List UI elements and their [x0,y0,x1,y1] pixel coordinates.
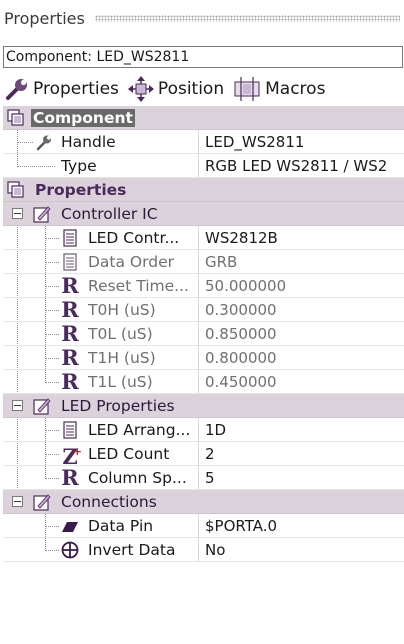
group-edit-icon [33,397,51,415]
property-value[interactable]: 1D [199,418,404,442]
property-value[interactable]: 2 [199,442,404,466]
group-label: Controller IC [61,204,158,223]
property-row-type[interactable]: Type RGB LED WS2811 / WS2 [3,153,404,178]
real-icon: R [61,296,79,322]
tab-macros[interactable]: Macros [232,75,325,103]
property-row-t0h[interactable]: R T0H (uS) 0.300000 [3,296,404,322]
group-edit-icon [33,493,51,511]
boolean-icon [61,541,79,558]
tab-properties[interactable]: Properties [4,76,119,102]
list-icon [63,228,77,247]
property-row-handle[interactable]: Handle LED_WS2811 [3,129,404,154]
group-led-properties[interactable]: LED Properties [3,394,404,418]
section-component[interactable]: Component [3,106,404,130]
pin-icon [62,521,78,532]
panel-title-bar: Properties [0,0,404,36]
property-name: Invert Data [88,540,176,559]
property-name: Column Sp... [88,468,187,487]
integer-icon: Z + [61,445,82,467]
group-label: Connections [61,492,157,511]
wrench-icon [6,79,27,100]
group-edit-icon [33,205,51,223]
property-name: Reset Time... [88,276,189,295]
section-component-label: Component [31,108,135,127]
property-row-reset-time[interactable]: R Reset Time... 50.000000 [3,272,404,298]
property-grid: Component Handle LED_WS2811 Type RGB LED… [3,106,404,562]
property-value[interactable]: 5 [199,466,404,490]
panel-title: Properties [4,8,85,28]
collapse-toggle-icon[interactable] [12,495,23,507]
panel-drag-grip[interactable] [94,14,400,22]
list-icon [63,252,77,271]
property-value[interactable]: LED_WS2811 [199,130,404,154]
property-row-data-order[interactable]: Data Order GRB [3,249,404,274]
property-name: T0H (uS) [88,300,156,319]
property-value[interactable]: 0.850000 [199,322,404,346]
tab-bar: Properties Position Macros [0,72,404,106]
plus-mark: + [72,444,82,458]
property-name: T0L (uS) [88,324,153,343]
real-icon: R [61,368,79,394]
section-properties-label: Properties [35,180,127,199]
tab-position[interactable]: Position [127,75,224,103]
property-name: LED Contr... [88,228,180,247]
group-label: LED Properties [61,396,175,415]
property-row-led-count[interactable]: Z + LED Count 2 [3,441,404,467]
property-row-invert-data[interactable]: Invert Data No [3,537,404,562]
macro-icon [234,77,260,101]
property-row-t0l[interactable]: R T0L (uS) 0.850000 [3,320,404,346]
tab-macros-label: Macros [265,79,326,99]
component-selector[interactable]: Component: LED_WS2811 [3,46,403,68]
property-name: Data Order [88,252,174,271]
property-value[interactable]: No [199,538,404,562]
wrench-small-icon [36,135,51,150]
properties-pages-icon [7,180,24,198]
property-name: LED Arrang... [88,420,191,439]
property-row-t1h[interactable]: R T1H (uS) 0.800000 [3,344,404,370]
real-icon: R [61,464,79,490]
property-name: Data Pin [88,516,154,535]
real-icon: R [61,344,79,370]
property-value[interactable]: 0.450000 [199,370,404,394]
property-row-column-spacing[interactable]: R Column Sp... 5 [3,464,404,490]
tab-position-label: Position [157,79,225,99]
grid-empty-area [3,566,404,644]
property-row-data-pin[interactable]: Data Pin $PORTA.0 [3,513,404,538]
list-icon [63,420,77,439]
property-name: LED Count [88,444,170,463]
property-value[interactable]: WS2812B [199,226,404,250]
property-row-led-arrangement[interactable]: LED Arrang... 1D [3,417,404,442]
group-controller-ic[interactable]: Controller IC [3,202,404,226]
real-icon: R [61,272,79,298]
property-value[interactable]: GRB [199,250,404,274]
property-value[interactable]: 50.000000 [199,274,404,298]
property-name: Handle [61,132,116,151]
move-arrows-icon [127,76,154,102]
property-name: T1H (uS) [88,348,156,367]
group-connections[interactable]: Connections [3,490,404,514]
property-row-t1l[interactable]: R T1L (uS) 0.450000 [3,368,404,394]
real-icon: R [61,320,79,346]
property-value[interactable]: $PORTA.0 [199,514,404,538]
property-value[interactable]: 0.300000 [199,298,404,322]
property-row-led-controller[interactable]: LED Contr... WS2812B [3,225,404,250]
component-pages-icon [7,108,24,126]
collapse-toggle-icon[interactable] [12,399,23,411]
property-name: T1L (uS) [88,372,153,391]
section-properties[interactable]: Properties [3,178,404,202]
collapse-toggle-icon[interactable] [12,207,23,219]
property-value[interactable]: RGB LED WS2811 / WS2 [199,154,404,178]
tab-properties-label: Properties [33,79,119,99]
property-value[interactable]: 0.800000 [199,346,404,370]
property-name: Type [61,156,97,175]
